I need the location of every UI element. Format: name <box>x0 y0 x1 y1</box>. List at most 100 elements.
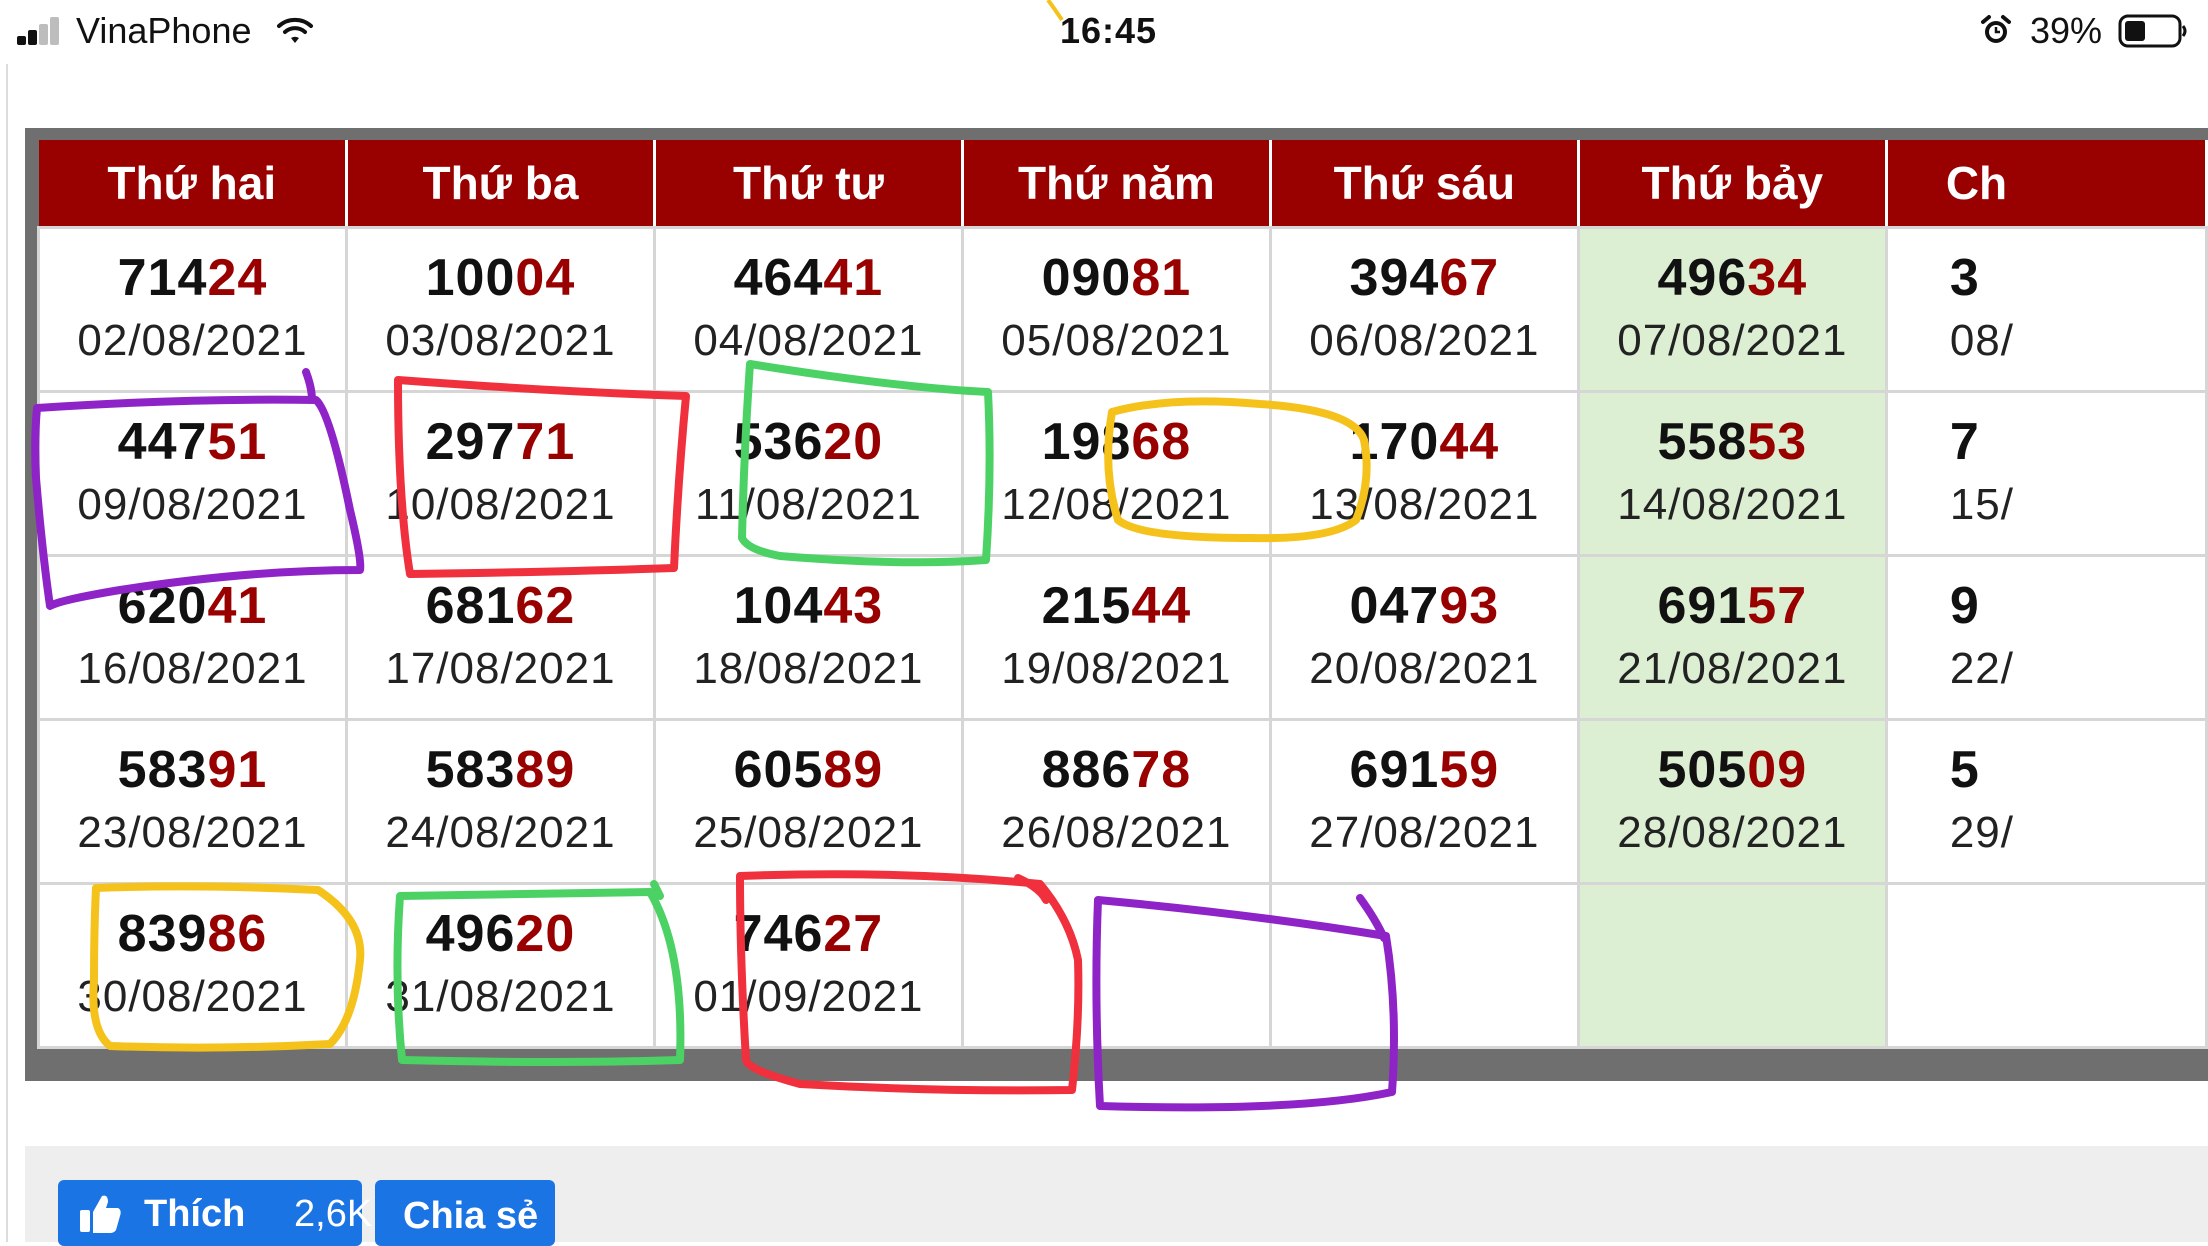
result-cell: 04793 20/08/2021 <box>1268 554 1580 721</box>
number-last-two-digits: 34 <box>1747 249 1808 307</box>
result-cell: 58391 23/08/2021 <box>37 718 348 885</box>
number-prefix: 583 <box>117 741 208 799</box>
like-button[interactable]: Thích 2,6K <box>58 1180 372 1246</box>
result-cell: 88678 26/08/2021 <box>960 718 1272 885</box>
number-prefix: 691 <box>1349 741 1440 799</box>
number-prefix: 104 <box>733 577 824 635</box>
draw-date: 14/08/2021 <box>1617 480 1848 529</box>
result-cell <box>1884 882 2208 1049</box>
result-cell: 60589 25/08/2021 <box>652 718 964 885</box>
draw-date: 03/08/2021 <box>385 316 616 365</box>
number-prefix: 558 <box>1657 413 1748 471</box>
header-thursday: Thứ năm <box>962 140 1272 229</box>
number-last-two-digits: 53 <box>1747 413 1808 471</box>
lottery-number: 58389 <box>348 740 653 800</box>
draw-date: 30/08/2021 <box>77 972 308 1021</box>
page-left-rule <box>6 64 8 1242</box>
number-last-two-digits: 89 <box>823 741 884 799</box>
battery-percent: 39% <box>2030 10 2103 51</box>
result-cell <box>1576 882 1888 1049</box>
number-last-two-digits: 43 <box>823 577 884 635</box>
draw-date: 09/08/2021 <box>77 480 308 529</box>
number-last-two-digits: 67 <box>1439 249 1500 307</box>
calendar-row: 44751 09/08/2021 29771 10/08/2021 53620 11/08… <box>37 390 2208 557</box>
calendar-table: Thứ hai Thứ ba Thứ tư Thứ năm Thứ sáu Th… <box>37 140 2208 1049</box>
number-last-two-digits: 27 <box>823 905 884 963</box>
lottery-number: 39467 <box>1272 248 1577 308</box>
number-last-two-digits: 09 <box>1747 741 1808 799</box>
number-prefix: 620 <box>117 577 208 635</box>
result-cell: 29771 10/08/2021 <box>344 390 656 557</box>
draw-date: 21/08/2021 <box>1617 644 1848 693</box>
draw-date: 02/08/2021 <box>77 316 308 365</box>
number-last-two-digits: 20 <box>515 905 576 963</box>
results-calendar: Thứ hai Thứ ba Thứ tư Thứ năm Thứ sáu Th… <box>25 128 2208 1081</box>
result-cell: 46441 04/08/2021 <box>652 226 964 393</box>
result-cell: 21544 19/08/2021 <box>960 554 1272 721</box>
lottery-number: 19868 <box>964 412 1269 472</box>
like-label: Thích <box>144 1193 246 1235</box>
draw-date: 20/08/2021 <box>1309 644 1540 693</box>
number-prefix: 505 <box>1657 741 1748 799</box>
number-prefix: 090 <box>1041 249 1132 307</box>
lottery-number: 69159 <box>1272 740 1577 800</box>
result-cell: 71424 02/08/2021 <box>37 226 348 393</box>
number-last-two-digits: 81 <box>1131 249 1192 307</box>
result-cell: 74627 01/09/2021 <box>652 882 964 1049</box>
header-friday: Thứ sáu <box>1270 140 1580 229</box>
number-prefix: 886 <box>1041 741 1132 799</box>
draw-date: 08/ <box>1949 316 2014 365</box>
result-cell: 19868 12/08/2021 <box>960 390 1272 557</box>
number-last-two-digits: 71 <box>515 413 576 471</box>
like-count: 2,6K <box>294 1193 373 1235</box>
result-cell: 50509 28/08/2021 <box>1576 718 1888 885</box>
draw-date: 01/09/2021 <box>693 972 924 1021</box>
draw-date: 05/08/2021 <box>1001 316 1232 365</box>
draw-date: 15/ <box>1949 480 2014 529</box>
header-wednesday: Thứ tư <box>654 140 964 229</box>
number-prefix: 215 <box>1041 577 1132 635</box>
number-prefix: 536 <box>733 413 824 471</box>
number-prefix: 9 <box>1949 577 1980 635</box>
lottery-number: 58391 <box>40 740 345 800</box>
result-cell: 44751 09/08/2021 <box>37 390 348 557</box>
draw-date: 10/08/2021 <box>385 480 616 529</box>
number-last-two-digits: 04 <box>515 249 576 307</box>
lottery-number: 5 <box>1950 740 2205 800</box>
calendar-row: 62041 16/08/2021 68162 17/08/2021 10443 18/08… <box>37 554 2208 721</box>
draw-date: 06/08/2021 <box>1309 316 1540 365</box>
number-last-two-digits: 86 <box>207 905 268 963</box>
draw-date: 26/08/2021 <box>1001 808 1232 857</box>
calendar-header-row: Thứ hai Thứ ba Thứ tư Thứ năm Thứ sáu Th… <box>38 140 2208 229</box>
lottery-number: 68162 <box>348 576 653 636</box>
result-cell: 5 29/ <box>1884 718 2208 885</box>
lottery-number: 71424 <box>40 248 345 308</box>
draw-date: 13/08/2021 <box>1309 480 1540 529</box>
number-last-two-digits: 59 <box>1439 741 1500 799</box>
lottery-number: 62041 <box>40 576 345 636</box>
lottery-number: 50509 <box>1580 740 1885 800</box>
result-cell: 55853 14/08/2021 <box>1576 390 1888 557</box>
result-cell: 58389 24/08/2021 <box>344 718 656 885</box>
number-prefix: 839 <box>117 905 208 963</box>
result-cell: 69157 21/08/2021 <box>1576 554 1888 721</box>
share-button[interactable]: Chia sẻ <box>375 1180 555 1246</box>
result-cell: 49634 07/08/2021 <box>1576 226 1888 393</box>
number-last-two-digits: 93 <box>1439 577 1500 635</box>
draw-date: 31/08/2021 <box>385 972 616 1021</box>
result-cell: 10004 03/08/2021 <box>344 226 656 393</box>
number-prefix: 170 <box>1349 413 1440 471</box>
result-cell <box>960 882 1272 1049</box>
number-prefix: 681 <box>425 577 516 635</box>
number-prefix: 605 <box>733 741 824 799</box>
number-prefix: 496 <box>1657 249 1748 307</box>
number-last-two-digits: 91 <box>207 741 268 799</box>
number-last-two-digits: 78 <box>1131 741 1192 799</box>
lottery-number: 74627 <box>656 904 961 964</box>
lottery-number: 44751 <box>40 412 345 472</box>
lottery-number: 69157 <box>1580 576 1885 636</box>
lottery-number: 10443 <box>656 576 961 636</box>
draw-date: 24/08/2021 <box>385 808 616 857</box>
lottery-number: 29771 <box>348 412 653 472</box>
number-prefix: 496 <box>425 905 516 963</box>
